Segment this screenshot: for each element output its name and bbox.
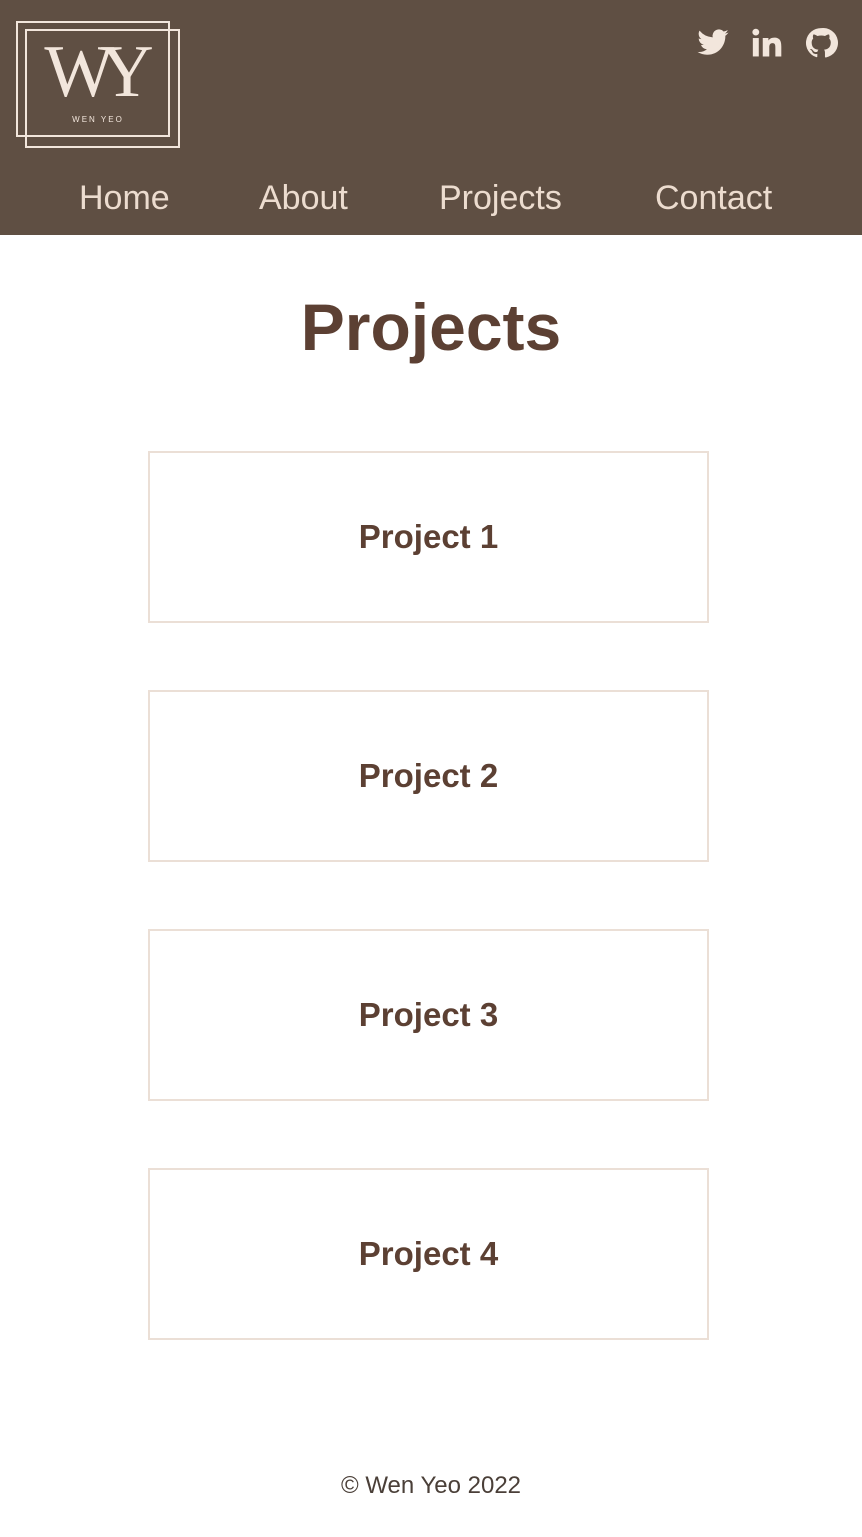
social-links	[696, 26, 838, 60]
project-card-3[interactable]: Project 3	[148, 929, 709, 1101]
twitter-icon[interactable]	[696, 26, 730, 60]
project-card-1[interactable]: Project 1	[148, 451, 709, 623]
project-card-4[interactable]: Project 4	[148, 1168, 709, 1340]
site-header: WY WEN YEO Home About Projects Contact	[0, 0, 862, 235]
project-card-label: Project 4	[358, 1235, 499, 1272]
nav-about[interactable]: About	[259, 175, 348, 221]
project-card-label: Project 1	[358, 518, 499, 555]
page-title: Projects	[300, 290, 562, 364]
main-nav: Home About Projects Contact	[0, 175, 862, 221]
github-icon[interactable]	[804, 26, 838, 60]
footer-copyright: © Wen Yeo 2022	[340, 1472, 522, 1499]
project-card-label: Project 2	[358, 757, 499, 794]
nav-projects[interactable]: Projects	[439, 175, 562, 221]
logo-name: WEN YEO	[72, 115, 124, 124]
linkedin-icon[interactable]	[750, 26, 784, 60]
logo-monogram: WY	[44, 31, 153, 113]
nav-contact[interactable]: Contact	[655, 175, 772, 221]
project-card-2[interactable]: Project 2	[148, 690, 709, 862]
project-card-label: Project 3	[358, 996, 499, 1033]
logo[interactable]: WY WEN YEO	[16, 21, 180, 148]
project-list: Project 1 Project 2 Project 3 Project 4	[148, 451, 709, 1407]
nav-home[interactable]: Home	[79, 175, 170, 221]
